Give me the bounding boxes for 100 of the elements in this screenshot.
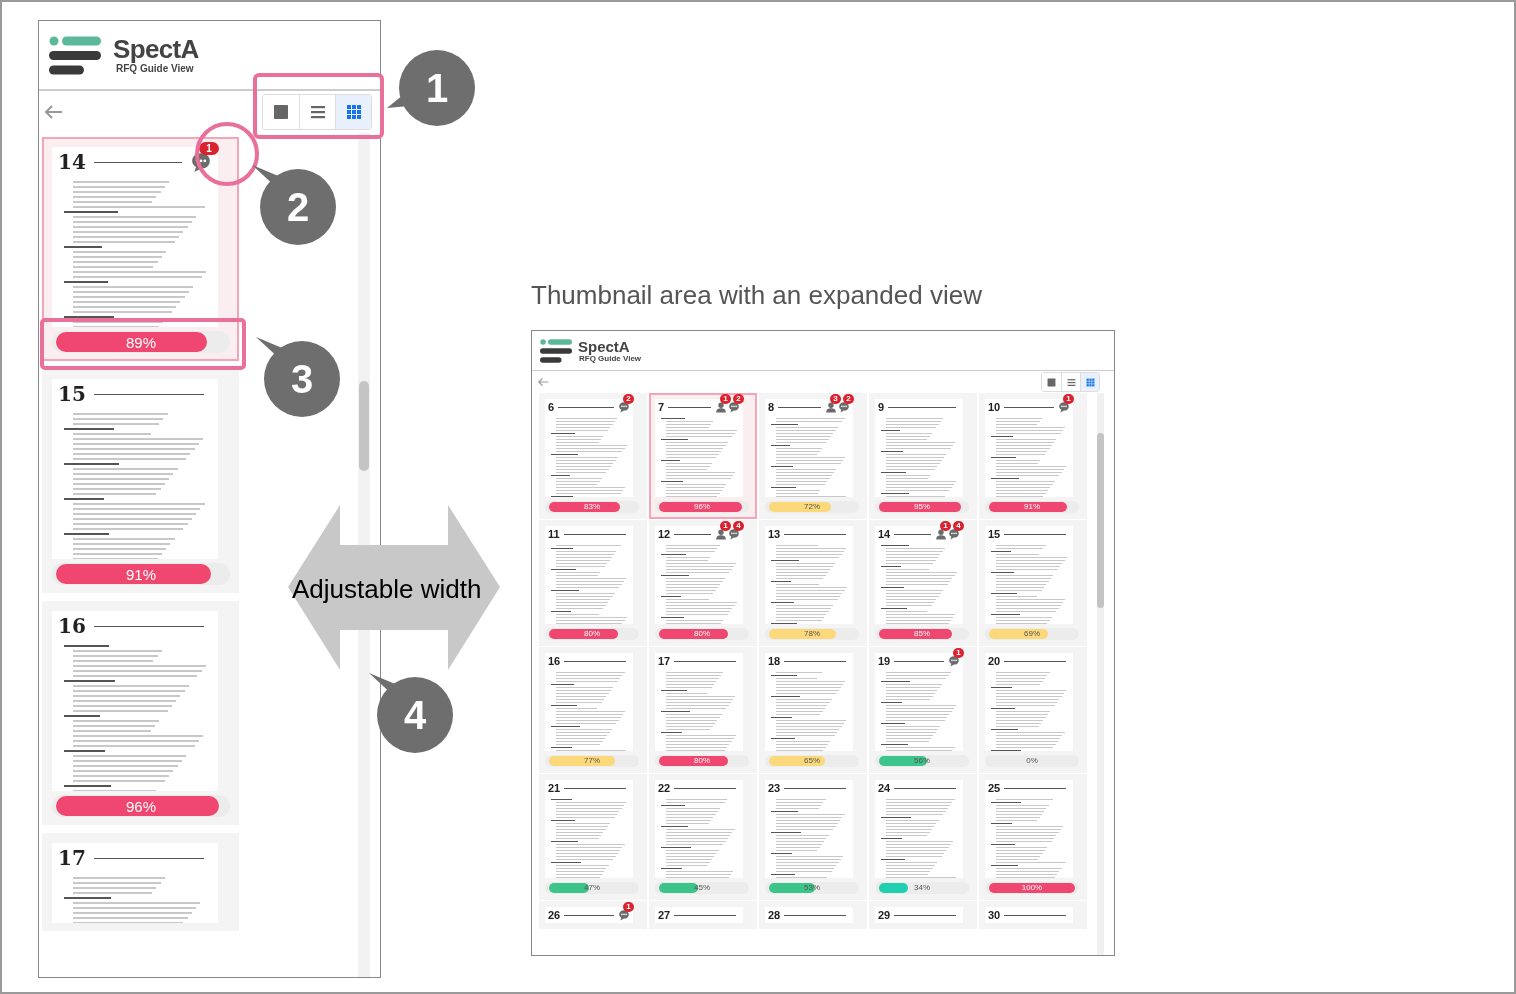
back-arrow-icon[interactable] [537, 377, 549, 387]
chat-bubble-icon [1058, 401, 1070, 413]
logo-subtitle: RFQ Guide View [579, 354, 642, 363]
percent-label: 34% [913, 882, 931, 894]
resize-arrow-label: Adjustable width [292, 576, 482, 602]
count-badge: 1 [720, 394, 731, 404]
thumbnail-card[interactable]: 28 [759, 901, 867, 929]
chat-bubble-icon [190, 151, 212, 173]
thumbnail-card[interactable]: 10 1 91% [979, 393, 1087, 519]
count-badge: 2 [623, 394, 634, 404]
count-badge: 4 [953, 521, 964, 531]
percent-label: 83% [583, 501, 601, 513]
thumbnail-card[interactable]: 30 [979, 901, 1087, 929]
thumbnail-card[interactable]: 8 3 2 72% [759, 393, 867, 519]
thumbnail-card[interactable]: 12 1 4 80% [649, 520, 757, 646]
thumbnail-card[interactable]: 15 91% [42, 369, 239, 593]
count-badge: 3 [830, 394, 841, 404]
page-number: 29 [878, 907, 891, 923]
thumbnail-card[interactable]: 15 69% [979, 520, 1087, 646]
percent-label: 80% [693, 755, 711, 767]
thumbnail-card[interactable]: 16 77% [539, 647, 647, 773]
percent-label: 80% [583, 628, 601, 640]
percent-label: 80% [693, 628, 711, 640]
view-mode-button[interactable] [1080, 373, 1099, 391]
thumbnail-card[interactable]: 26 1 [539, 901, 647, 929]
chat-bubble-icon [728, 401, 740, 413]
thumbnail-card[interactable]: 17 [42, 833, 239, 931]
thumbnail-card[interactable]: 16 96% [42, 601, 239, 825]
page-number: 25 [988, 780, 1001, 796]
page-number: 22 [658, 780, 671, 796]
chat-bubble-icon [948, 528, 960, 540]
page-number: 19 [878, 653, 891, 669]
percent-label: 69% [1023, 628, 1041, 640]
percent-label: 96% [693, 501, 711, 513]
page-number: 18 [768, 653, 781, 669]
percent-label: 96% [125, 796, 157, 817]
chat-bubble-icon [618, 909, 630, 921]
thumbnail-card[interactable]: 9 95% [869, 393, 977, 519]
count-badge: 2 [843, 394, 854, 404]
person-icon [935, 528, 947, 540]
page-number: 24 [878, 780, 891, 796]
percent-label: 91% [125, 564, 157, 585]
thumbnail-card[interactable]: 11 80% [539, 520, 647, 646]
thumbnail-card[interactable]: 13 78% [759, 520, 867, 646]
percent-label: 77% [583, 755, 601, 767]
page-number: 21 [548, 780, 561, 796]
count-badge: 4 [733, 521, 744, 531]
percent-label: 0% [1025, 755, 1039, 767]
thumbnail-card[interactable]: 7 1 2 96% [649, 393, 757, 519]
count-badge: 1 [940, 521, 951, 531]
page-number: 7 [658, 399, 665, 415]
thumbnail-card[interactable]: 27 [649, 901, 757, 929]
scrollbar-thumb[interactable] [1097, 433, 1104, 608]
count-badge: 2 [733, 394, 744, 404]
chat-bubble-icon [948, 655, 960, 667]
page-number: 16 [58, 613, 86, 640]
page-number: 16 [548, 653, 561, 669]
list-icon [309, 104, 326, 120]
logo-icon [540, 338, 572, 363]
scrollbar-thumb[interactable] [359, 381, 369, 471]
logo-name: SpectA [578, 338, 631, 354]
thumbnail-card[interactable]: 6 2 83% [539, 393, 647, 519]
thumbnail-card[interactable]: 14 1 4 85% [869, 520, 977, 646]
person-icon [715, 401, 727, 413]
page-number: 10 [988, 399, 1001, 415]
expanded-view-caption: Thumbnail area with an expanded view [531, 282, 983, 308]
chat-bubble-icon [838, 401, 850, 413]
square-icon [273, 104, 289, 120]
callout-badge: 4 [377, 677, 453, 753]
percent-label: 91% [1023, 501, 1041, 513]
page-number: 8 [768, 399, 775, 415]
thumbnail-card[interactable]: 18 65% [759, 647, 867, 773]
callout-badge: 1 [399, 50, 475, 126]
percent-label: 85% [913, 628, 931, 640]
thumbnail-card[interactable]: 25 100% [979, 774, 1087, 900]
logo-icon [49, 35, 101, 75]
thumbnail-card[interactable]: 29 [869, 901, 977, 929]
page-number: 26 [548, 907, 561, 923]
page-number: 9 [878, 399, 885, 415]
count-badge: 1 [199, 142, 219, 155]
list-icon [1066, 377, 1076, 387]
count-badge: 1 [1063, 394, 1074, 404]
count-badge: 1 [953, 648, 964, 658]
grid-icon [1085, 377, 1095, 387]
thumbnail-card[interactable]: 24 34% [869, 774, 977, 900]
view-mode-button[interactable] [335, 95, 371, 129]
thumbnail-card[interactable]: 14 1 89% [42, 137, 239, 361]
count-badge: 1 [623, 902, 634, 912]
page-number: 28 [768, 907, 781, 923]
thumbnail-card[interactable]: 17 80% [649, 647, 757, 773]
logo-subtitle: RFQ Guide View [116, 64, 194, 74]
person-icon [825, 401, 837, 413]
percent-label: 65% [803, 755, 821, 767]
back-arrow-icon[interactable] [43, 104, 63, 120]
page-number: 30 [988, 907, 1001, 923]
thumbnail-card[interactable]: 20 0% [979, 647, 1087, 773]
chat-bubble-icon [728, 528, 740, 540]
page-number: 20 [988, 653, 1001, 669]
page-number: 15 [988, 526, 1001, 542]
page-number: 15 [58, 381, 86, 408]
